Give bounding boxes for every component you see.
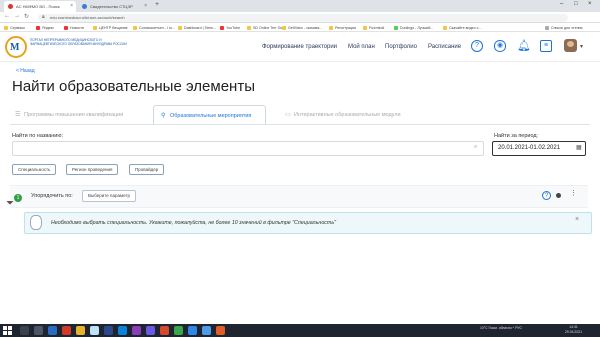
bookmark-item[interactable]: GetVideo - скачива... (282, 24, 322, 32)
taskbar-app-icon[interactable] (76, 326, 85, 335)
tab-programs[interactable]: ☰ Программы повышения квалификации (12, 105, 142, 125)
bookmark-item[interactable]: Сотовоксетьел - i ro... (133, 24, 175, 32)
close-tab-icon[interactable]: × (144, 1, 147, 12)
nav-portfolio[interactable]: Портфолио (385, 44, 417, 50)
system-tray: 10°C Пасм. облачно ^ РУС (480, 326, 523, 330)
tab-divider (10, 124, 590, 125)
bookmark-item[interactable]: Новости (64, 24, 84, 32)
taskbar-app-icon[interactable] (188, 326, 197, 335)
alert-text: Необходимо выбрать специальность. Укажит… (51, 220, 336, 226)
eye-icon[interactable]: ◉ (494, 40, 506, 52)
taskbar-app-icon[interactable] (48, 326, 57, 335)
browser-tab-label: Свидетельство СТЦЭР (90, 4, 133, 9)
new-tab-button[interactable]: + (155, 1, 159, 8)
nav-trajectory[interactable]: Формирование траектории (262, 44, 337, 50)
bookmark-item[interactable]: ЦЕНТР Вещание (93, 24, 128, 32)
period-label: Найти за период: (494, 133, 539, 139)
bookmark-item[interactable]: Duolingo - Лучший... (394, 24, 433, 32)
taskbar-app-icon[interactable] (146, 326, 155, 335)
bookmark-item[interactable]: SD Online Terr Siv (247, 24, 283, 32)
search-icon[interactable]: ⌕ (474, 144, 477, 151)
forward-arrow-icon[interactable]: → (14, 13, 20, 19)
taskbar-app-icon[interactable] (118, 326, 127, 335)
site-logo[interactable]: М (5, 36, 27, 58)
mic-icon: ⚲ (161, 113, 166, 119)
close-window-icon[interactable]: × (588, 1, 592, 7)
filter-icon[interactable]: ⏷ (6, 198, 14, 209)
help-icon[interactable]: ? (542, 191, 551, 200)
filter-count-badge: 1 (14, 194, 22, 202)
view-toggle-icon[interactable] (556, 193, 561, 198)
filter-provider-button[interactable]: Провайдер (129, 164, 165, 175)
sort-select-button[interactable]: Выберите параметр (82, 190, 137, 202)
chevron-down-icon[interactable]: ▾ (580, 43, 583, 50)
reload-icon[interactable]: ↻ (24, 13, 29, 20)
nav-schedule[interactable]: Расписание (428, 44, 461, 50)
bookmark-item[interactable]: Регистрация (329, 24, 356, 32)
taskbar-app-icon[interactable] (104, 326, 113, 335)
browser-tab[interactable]: Свидетельство СТЦЭР × (78, 1, 150, 12)
windows-start-icon[interactable] (3, 326, 12, 335)
bookmark-item[interactable]: Список для чтения (545, 24, 583, 32)
filter-region-button[interactable]: Регион проведения (66, 164, 119, 175)
taskbar-app-icon[interactable] (174, 326, 183, 335)
bookmark-item[interactable]: YouTube (220, 24, 240, 32)
back-link[interactable]: < Назад (16, 68, 35, 74)
search-input[interactable] (12, 141, 484, 156)
avatar[interactable] (564, 39, 577, 52)
taskbar-app-icon[interactable] (216, 326, 225, 335)
search-taskbar-icon[interactable] (20, 326, 29, 335)
filter-specialty-button[interactable]: Специальность (12, 164, 57, 175)
close-tab-icon[interactable]: × (70, 1, 73, 12)
monitor-icon: ▭ (285, 112, 291, 118)
bell-icon[interactable]: 🔔︎ (517, 39, 531, 52)
bookmark-item[interactable]: Fizzmindi (363, 24, 384, 32)
owl-icon (30, 215, 42, 230)
clock[interactable]: 14:31 29.04.2021 (565, 325, 582, 335)
bookmark-item[interactable]: Яндекс (36, 24, 54, 32)
favicon-icon (82, 4, 87, 9)
maximize-icon[interactable]: □ (574, 1, 578, 7)
tab-modules[interactable]: ▭ Интерактивные образовательные модули (282, 105, 442, 125)
more-icon[interactable]: ⋮ (570, 189, 577, 197)
browser-tab-label: АС НМФМО ВО - Поиск (16, 4, 60, 9)
taskbar-app-icon[interactable] (132, 326, 141, 335)
tab-events[interactable]: ⚲ Образовательные мероприятия (153, 105, 266, 125)
period-input[interactable]: 20.01.2021-01.02.2021 (492, 141, 586, 156)
bookmark-item[interactable]: Dashboard | Stree... (178, 24, 216, 32)
search-label: Найти по названию: (12, 133, 64, 139)
taskbar-app-icon[interactable] (90, 326, 99, 335)
org-name: Портал непрерывного медицинского и фарма… (30, 38, 127, 47)
chat-icon[interactable]: ≡ (540, 40, 552, 52)
bookmark-item[interactable]: Сервисы (4, 24, 25, 32)
taskbar-app-icon[interactable] (202, 326, 211, 335)
task-view-icon[interactable] (34, 326, 43, 335)
minimize-icon[interactable]: – (560, 1, 563, 7)
lock-icon: 🔒︎ (42, 14, 45, 20)
list-icon: ☰ (15, 112, 21, 118)
calendar-icon[interactable]: ▦ (576, 144, 582, 151)
nav-my-plan[interactable]: Мой план (348, 44, 375, 50)
taskbar-app-icon[interactable] (62, 326, 71, 335)
favicon-icon (8, 4, 13, 9)
back-arrow-icon[interactable]: ← (4, 13, 10, 19)
browser-tab-active[interactable]: АС НМФМО ВО - Поиск × (4, 1, 76, 12)
bookmark-item[interactable]: Скачайте видео с... (443, 24, 481, 32)
close-alert-icon[interactable]: × (575, 216, 579, 223)
taskbar-app-icon[interactable] (160, 326, 169, 335)
url-input[interactable]: edu.rosminzdrav.ru/#/user-account/search (38, 14, 568, 22)
sort-label: Упорядочить по: (31, 193, 73, 199)
help-icon[interactable]: ? (471, 40, 483, 52)
page-title: Найти образовательные элементы (12, 78, 255, 95)
